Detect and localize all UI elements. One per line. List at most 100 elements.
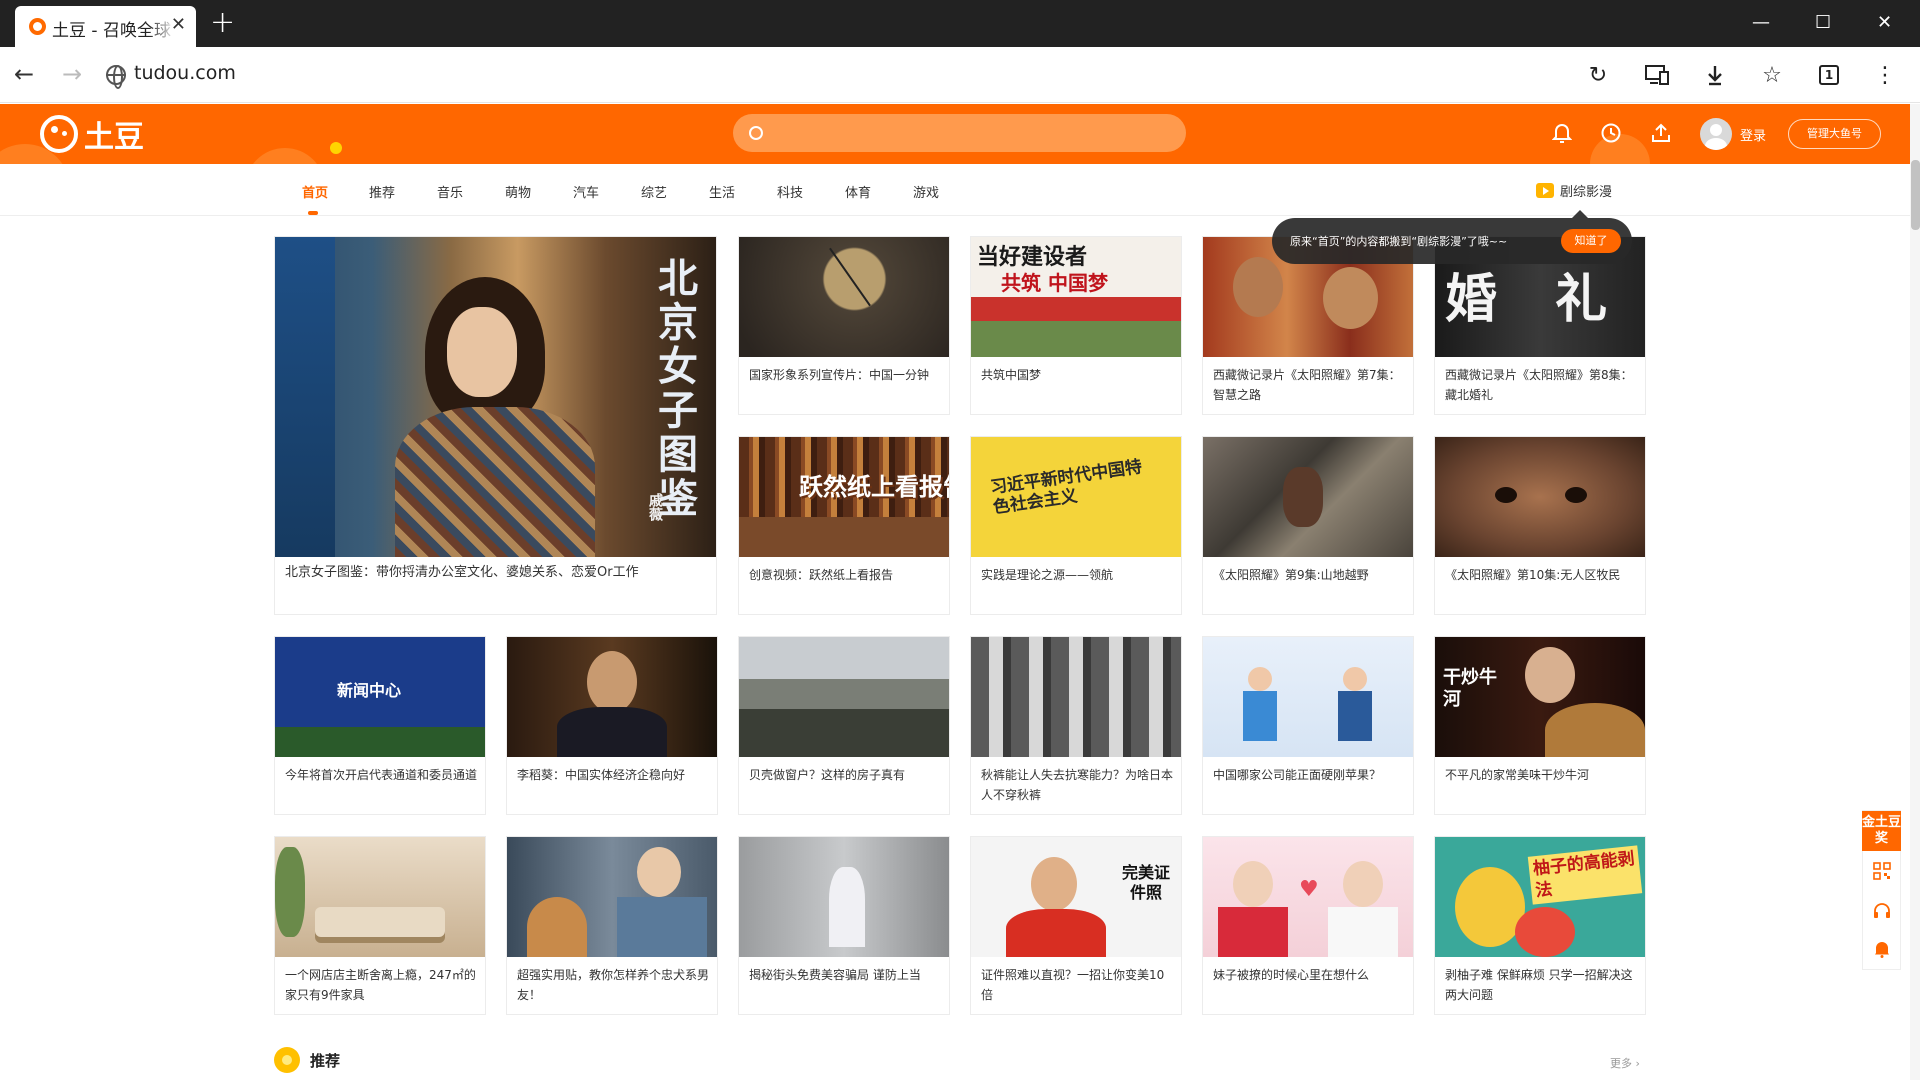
video-thumbnail[interactable] bbox=[739, 637, 949, 757]
video-thumbnail[interactable]: 习近平新时代中国特色社会主义 bbox=[971, 437, 1181, 557]
download-icon[interactable] bbox=[1700, 60, 1730, 90]
browser-tab[interactable]: 土豆 - 召唤全球 ✕ bbox=[15, 6, 196, 47]
video-card[interactable]: 完美证件照 证件照难以直视？一招让你变美10倍 bbox=[970, 836, 1182, 1015]
video-card[interactable]: 《太阳照耀》第9集:山地越野 bbox=[1202, 436, 1414, 615]
drama-variety-link[interactable]: 剧综影漫 bbox=[1536, 181, 1612, 200]
headset-icon[interactable] bbox=[1872, 901, 1892, 921]
video-title[interactable]: 国家形象系列宣传片：中国一分钟 bbox=[749, 365, 941, 385]
url-field[interactable]: tudou.com bbox=[134, 62, 236, 84]
star-icon[interactable]: ☆ bbox=[1757, 60, 1787, 90]
video-title[interactable]: 西藏微记录片《太阳照耀》第7集：智慧之路 bbox=[1213, 365, 1405, 405]
video-card[interactable]: 一个网店店主断舍离上瘾，247㎡的家只有9件家具 bbox=[274, 836, 486, 1015]
tooltip-dismiss-button[interactable]: 知道了 bbox=[1561, 229, 1621, 253]
tudou-logo[interactable]: 土豆 bbox=[40, 114, 144, 155]
page-scrollbar-thumb[interactable] bbox=[1911, 160, 1920, 230]
video-title[interactable]: 《太阳照耀》第9集:山地越野 bbox=[1213, 565, 1405, 585]
video-card[interactable]: 秋裤能让人失去抗寒能力？为啥日本人不穿秋裤 bbox=[970, 636, 1182, 815]
video-card[interactable]: 国家形象系列宣传片：中国一分钟 bbox=[738, 236, 950, 415]
reload-icon[interactable]: ↻ bbox=[1583, 60, 1613, 90]
video-title[interactable]: 不平凡的家常美味干炒牛河 bbox=[1445, 765, 1637, 785]
upload-icon[interactable] bbox=[1648, 120, 1674, 146]
video-card[interactable]: 《太阳照耀》第10集:无人区牧民 bbox=[1434, 436, 1646, 615]
search-input[interactable] bbox=[773, 114, 1173, 152]
nav-item-life[interactable]: 生活 bbox=[709, 182, 735, 201]
page-scrollbar-track[interactable] bbox=[1910, 104, 1920, 1080]
nav-item-recommend[interactable]: 推荐 bbox=[369, 182, 395, 201]
video-title[interactable]: 李稻葵：中国实体经济企稳向好 bbox=[517, 765, 709, 785]
video-thumbnail[interactable] bbox=[507, 837, 717, 957]
video-title[interactable]: 共筑中国梦 bbox=[981, 365, 1173, 385]
video-card[interactable]: 中国哪家公司能正面硬刚苹果？ bbox=[1202, 636, 1414, 815]
new-tab-button[interactable]: + bbox=[210, 6, 235, 40]
window-maximize-button[interactable]: ☐ bbox=[1815, 12, 1831, 34]
video-card[interactable]: 贝壳做窗户？这样的房子真有 bbox=[738, 636, 950, 815]
video-thumbnail[interactable] bbox=[507, 637, 717, 757]
nav-item-home[interactable]: 首页 bbox=[302, 182, 328, 201]
nav-item-games[interactable]: 游戏 bbox=[913, 182, 939, 201]
bell-icon[interactable] bbox=[1872, 939, 1892, 959]
section-more-link[interactable]: 更多 › bbox=[1610, 1055, 1640, 1071]
video-thumbnail[interactable]: 完美证件照 bbox=[971, 837, 1181, 957]
video-card[interactable]: 习近平新时代中国特色社会主义 实践是理论之源——领航 bbox=[970, 436, 1182, 615]
video-title[interactable]: 实践是理论之源——领航 bbox=[981, 565, 1173, 585]
tab-count-icon[interactable]: 1 bbox=[1814, 60, 1844, 90]
video-title[interactable]: 北京女子图鉴：带你捋清办公室文化、婆媳关系、恋爱Or工作 bbox=[285, 563, 708, 583]
video-thumbnail[interactable] bbox=[1203, 637, 1413, 757]
avatar-icon[interactable] bbox=[1700, 118, 1732, 150]
window-close-button[interactable]: ✕ bbox=[1877, 12, 1892, 34]
video-title[interactable]: 今年将首次开启代表通道和委员通道 bbox=[285, 765, 477, 785]
video-card[interactable]: 揭秘街头免费美容骗局 谨防上当 bbox=[738, 836, 950, 1015]
back-arrow-icon[interactable]: ← bbox=[14, 57, 34, 91]
qrcode-icon[interactable] bbox=[1872, 861, 1892, 881]
login-link[interactable]: 登录 bbox=[1740, 125, 1766, 144]
tab-close-icon[interactable]: ✕ bbox=[171, 14, 186, 36]
video-title[interactable]: 西藏微记录片《太阳照耀》第8集：藏北婚礼 bbox=[1445, 365, 1637, 405]
video-card[interactable]: 李稻葵：中国实体经济企稳向好 bbox=[506, 636, 718, 815]
video-thumbnail[interactable]: 新闻中心 bbox=[275, 637, 485, 757]
video-thumbnail[interactable] bbox=[1435, 437, 1645, 557]
bell-icon[interactable] bbox=[1549, 120, 1575, 146]
nav-item-pets[interactable]: 萌物 bbox=[505, 182, 531, 201]
video-title[interactable]: 超强实用贴，教你怎样养个忠犬系男友！ bbox=[517, 965, 709, 1005]
video-title[interactable]: 证件照难以直视？一招让你变美10倍 bbox=[981, 965, 1173, 1005]
window-minimize-button[interactable]: — bbox=[1752, 12, 1770, 34]
video-title[interactable]: 一个网店店主断舍离上瘾，247㎡的家只有9件家具 bbox=[285, 965, 477, 1005]
nav-item-cars[interactable]: 汽车 bbox=[573, 182, 599, 201]
video-card[interactable]: 当好建设者 共筑 中国梦 共筑中国梦 bbox=[970, 236, 1182, 415]
video-thumbnail[interactable]: 干炒牛河 bbox=[1435, 637, 1645, 757]
more-vert-icon[interactable]: ⋮ bbox=[1870, 60, 1900, 90]
video-thumbnail[interactable] bbox=[739, 837, 949, 957]
video-thumbnail[interactable]: ♥ bbox=[1203, 837, 1413, 957]
video-thumbnail[interactable]: 当好建设者 共筑 中国梦 bbox=[971, 237, 1181, 357]
video-card[interactable]: 跃然纸上看报告 创意视频：跃然纸上看报告 bbox=[738, 436, 950, 615]
golden-potato-award-button[interactable]: 金土豆奖 bbox=[1862, 811, 1901, 851]
video-card[interactable]: 新闻中心 今年将首次开启代表通道和委员通道 bbox=[274, 636, 486, 815]
video-card[interactable]: 干炒牛河 不平凡的家常美味干炒牛河 bbox=[1434, 636, 1646, 815]
video-card[interactable]: ♥ 妹子被撩的时候心里在想什么 bbox=[1202, 836, 1414, 1015]
video-title[interactable]: 揭秘街头免费美容骗局 谨防上当 bbox=[749, 965, 941, 985]
video-card[interactable]: 超强实用贴，教你怎样养个忠犬系男友！ bbox=[506, 836, 718, 1015]
search-box[interactable] bbox=[733, 114, 1186, 152]
nav-item-music[interactable]: 音乐 bbox=[437, 182, 463, 201]
devices-icon[interactable] bbox=[1642, 60, 1672, 90]
video-title[interactable]: 妹子被撩的时候心里在想什么 bbox=[1213, 965, 1405, 985]
nav-item-tech[interactable]: 科技 bbox=[777, 182, 803, 201]
video-title[interactable]: 中国哪家公司能正面硬刚苹果？ bbox=[1213, 765, 1405, 785]
video-thumbnail[interactable]: 柚子的高能剥法 bbox=[1435, 837, 1645, 957]
video-thumbnail[interactable] bbox=[275, 837, 485, 957]
video-title[interactable]: 《太阳照耀》第10集:无人区牧民 bbox=[1445, 565, 1637, 585]
forward-arrow-icon[interactable]: → bbox=[62, 57, 82, 91]
video-title[interactable]: 创意视频：跃然纸上看报告 bbox=[749, 565, 941, 585]
manager-account-button[interactable]: 管理大鱼号 bbox=[1788, 119, 1881, 149]
search-icon[interactable] bbox=[749, 126, 763, 140]
nav-item-variety[interactable]: 综艺 bbox=[641, 182, 667, 201]
video-card-featured[interactable]: 北京女子图鉴 戚薇 北京女子图鉴：带你捋清办公室文化、婆媳关系、恋爱Or工作 bbox=[274, 236, 717, 615]
history-icon[interactable] bbox=[1598, 120, 1624, 146]
video-thumbnail[interactable]: 跃然纸上看报告 bbox=[739, 437, 949, 557]
nav-item-sports[interactable]: 体育 bbox=[845, 182, 871, 201]
video-title[interactable]: 剥柚子难 保鲜麻烦 只学一招解决这两大问题 bbox=[1445, 965, 1637, 1005]
video-title[interactable]: 贝壳做窗户？这样的房子真有 bbox=[749, 765, 941, 785]
video-thumbnail[interactable] bbox=[1203, 437, 1413, 557]
video-thumbnail[interactable] bbox=[739, 237, 949, 357]
video-thumbnail[interactable] bbox=[971, 637, 1181, 757]
